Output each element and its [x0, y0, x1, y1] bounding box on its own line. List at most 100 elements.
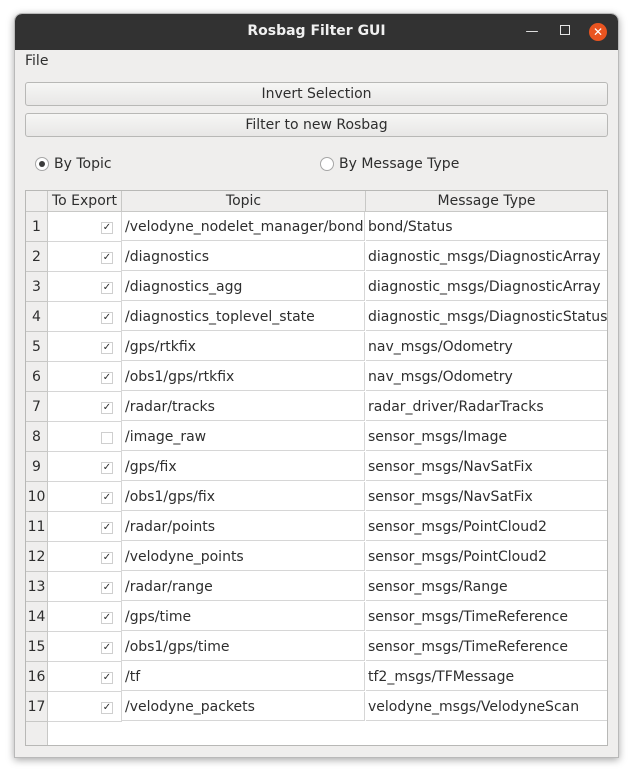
table-row[interactable]: 9 ✓ /gps/fix sensor_msgs/NavSatFix — [26, 452, 607, 482]
topic-cell[interactable]: /velodyne_packets — [122, 692, 365, 721]
message-type-cell[interactable]: sensor_msgs/TimeReference — [366, 602, 607, 631]
to-export-cell[interactable]: ✓ — [48, 392, 122, 422]
to-export-cell[interactable]: ✓ — [48, 572, 122, 602]
to-export-cell[interactable]: ✓ — [48, 482, 122, 512]
export-checkbox[interactable]: ✓ — [101, 672, 113, 684]
to-export-cell[interactable]: ✓ — [48, 692, 122, 722]
export-checkbox[interactable]: ✓ — [101, 372, 113, 384]
table-row[interactable]: 10 ✓ /obs1/gps/fix sensor_msgs/NavSatFix — [26, 482, 607, 512]
topic-cell[interactable]: /velodyne_nodelet_manager/bond — [122, 212, 365, 241]
table-row[interactable]: 8/image_raw sensor_msgs/Image — [26, 422, 607, 452]
message-type-cell[interactable]: velodyne_msgs/VelodyneScan — [366, 692, 607, 721]
export-checkbox[interactable]: ✓ — [101, 582, 113, 594]
table-row[interactable]: 4 ✓ /diagnostics_toplevel_state diagnostic_… — [26, 302, 607, 332]
export-checkbox[interactable]: ✓ — [101, 252, 113, 264]
row-number[interactable]: 16 — [26, 662, 47, 692]
row-number[interactable]: 9 — [26, 452, 47, 482]
export-checkbox[interactable] — [101, 432, 113, 444]
export-checkbox[interactable]: ✓ — [101, 462, 113, 474]
row-number[interactable]: 6 — [26, 362, 47, 392]
row-number[interactable]: 12 — [26, 542, 47, 572]
row-number[interactable]: 17 — [26, 692, 47, 722]
to-export-cell[interactable]: ✓ — [48, 632, 122, 662]
row-number[interactable]: 3 — [26, 272, 47, 302]
table-row[interactable]: 12 ✓ /velodyne_points sensor_msgs/PointClou… — [26, 542, 607, 572]
topic-cell[interactable]: /radar/tracks — [122, 392, 365, 421]
to-export-cell[interactable]: ✓ — [48, 452, 122, 482]
topic-cell[interactable]: /obs1/gps/fix — [122, 482, 365, 511]
message-type-cell[interactable]: diagnostic_msgs/DiagnosticArray — [366, 272, 607, 301]
menu-file[interactable]: File — [25, 53, 48, 69]
message-type-cell[interactable]: sensor_msgs/NavSatFix — [366, 482, 607, 511]
message-type-cell[interactable]: sensor_msgs/Range — [366, 572, 607, 601]
radio-circle[interactable] — [35, 157, 49, 171]
topic-cell[interactable]: /obs1/gps/rtkfix — [122, 362, 365, 391]
title-bar[interactable]: Rosbag Filter GUI — ✕ — [15, 14, 618, 50]
topic-cell[interactable]: /diagnostics — [122, 242, 365, 271]
topic-cell[interactable]: /velodyne_points — [122, 542, 365, 571]
message-type-cell[interactable]: bond/Status — [366, 212, 607, 241]
export-checkbox[interactable]: ✓ — [101, 492, 113, 504]
table-row[interactable]: 11 ✓ /radar/points sensor_msgs/PointCloud2 — [26, 512, 607, 542]
row-number[interactable]: 13 — [26, 572, 47, 602]
message-type-cell[interactable]: nav_msgs/Odometry — [366, 362, 607, 391]
row-number[interactable]: 15 — [26, 632, 47, 662]
to-export-cell[interactable]: ✓ — [48, 242, 122, 272]
filter-to-new-rosbag-button[interactable]: Filter to new Rosbag — [25, 113, 608, 137]
export-checkbox[interactable]: ✓ — [101, 342, 113, 354]
to-export-cell[interactable]: ✓ — [48, 512, 122, 542]
export-checkbox[interactable]: ✓ — [101, 522, 113, 534]
export-checkbox[interactable]: ✓ — [101, 612, 113, 624]
maximize-icon[interactable] — [556, 23, 574, 41]
topic-cell[interactable]: /radar/points — [122, 512, 365, 541]
table-row[interactable]: 1 ✓ /velodyne_nodelet_manager/bond bond/Sta… — [26, 212, 607, 242]
table-row[interactable]: 3 ✓ /diagnostics_agg diagnostic_msgs/Diagno… — [26, 272, 607, 302]
export-checkbox[interactable]: ✓ — [101, 552, 113, 564]
to-export-cell[interactable]: ✓ — [48, 662, 122, 692]
row-number[interactable]: 10 — [26, 482, 47, 512]
to-export-cell[interactable]: ✓ — [48, 302, 122, 332]
to-export-cell[interactable]: ✓ — [48, 602, 122, 632]
invert-selection-button[interactable]: Invert Selection — [25, 82, 608, 106]
table-row[interactable]: 2 ✓ /diagnostics diagnostic_msgs/Diagnostic… — [26, 242, 607, 272]
table-row[interactable]: 16 ✓ /tf tf2_msgs/TFMessage — [26, 662, 607, 692]
export-checkbox[interactable]: ✓ — [101, 312, 113, 324]
row-number[interactable]: 8 — [26, 422, 47, 452]
message-type-cell[interactable]: diagnostic_msgs/DiagnosticArray — [366, 242, 607, 271]
column-header-to-export[interactable]: To Export — [48, 191, 122, 211]
message-type-cell[interactable]: tf2_msgs/TFMessage — [366, 662, 607, 691]
radio-circle[interactable] — [320, 157, 334, 171]
table-row[interactable]: 6 ✓ /obs1/gps/rtkfix nav_msgs/Odometry — [26, 362, 607, 392]
row-number[interactable]: 7 — [26, 392, 47, 422]
export-checkbox[interactable]: ✓ — [101, 222, 113, 234]
message-type-cell[interactable]: sensor_msgs/TimeReference — [366, 632, 607, 661]
to-export-cell[interactable]: ✓ — [48, 542, 122, 572]
row-number[interactable]: 1 — [26, 212, 47, 242]
message-type-cell[interactable]: diagnostic_msgs/DiagnosticStatus — [366, 302, 607, 331]
export-checkbox[interactable]: ✓ — [101, 282, 113, 294]
row-number[interactable]: 4 — [26, 302, 47, 332]
topic-cell[interactable]: /diagnostics_toplevel_state — [122, 302, 365, 331]
message-type-cell[interactable]: sensor_msgs/PointCloud2 — [366, 542, 607, 571]
to-export-cell[interactable] — [48, 422, 122, 452]
topic-cell[interactable]: /tf — [122, 662, 365, 691]
table-row[interactable]: 15 ✓ /obs1/gps/time sensor_msgs/TimeReferen… — [26, 632, 607, 662]
message-type-cell[interactable]: sensor_msgs/Image — [366, 422, 607, 451]
row-number[interactable]: 11 — [26, 512, 47, 542]
table-row[interactable]: 7 ✓ /radar/tracks radar_driver/RadarTracks — [26, 392, 607, 422]
topic-cell[interactable]: /obs1/gps/time — [122, 632, 365, 661]
topic-cell[interactable]: /gps/fix — [122, 452, 365, 481]
column-header-message-type[interactable]: Message Type — [366, 191, 607, 211]
table-row[interactable]: 17 ✓ /velodyne_packets velodyne_msgs/Velody… — [26, 692, 607, 722]
corner-cell[interactable] — [26, 191, 48, 211]
close-icon[interactable]: ✕ — [589, 23, 607, 41]
topic-cell[interactable]: /gps/rtkfix — [122, 332, 365, 361]
export-checkbox[interactable]: ✓ — [101, 642, 113, 654]
to-export-cell[interactable]: ✓ — [48, 272, 122, 302]
topic-cell[interactable]: /radar/range — [122, 572, 365, 601]
row-number[interactable]: 5 — [26, 332, 47, 362]
export-checkbox[interactable]: ✓ — [101, 702, 113, 714]
message-type-cell[interactable]: sensor_msgs/NavSatFix — [366, 452, 607, 481]
table-row[interactable]: 14 ✓ /gps/time sensor_msgs/TimeReference — [26, 602, 607, 632]
column-header-topic[interactable]: Topic — [122, 191, 366, 211]
